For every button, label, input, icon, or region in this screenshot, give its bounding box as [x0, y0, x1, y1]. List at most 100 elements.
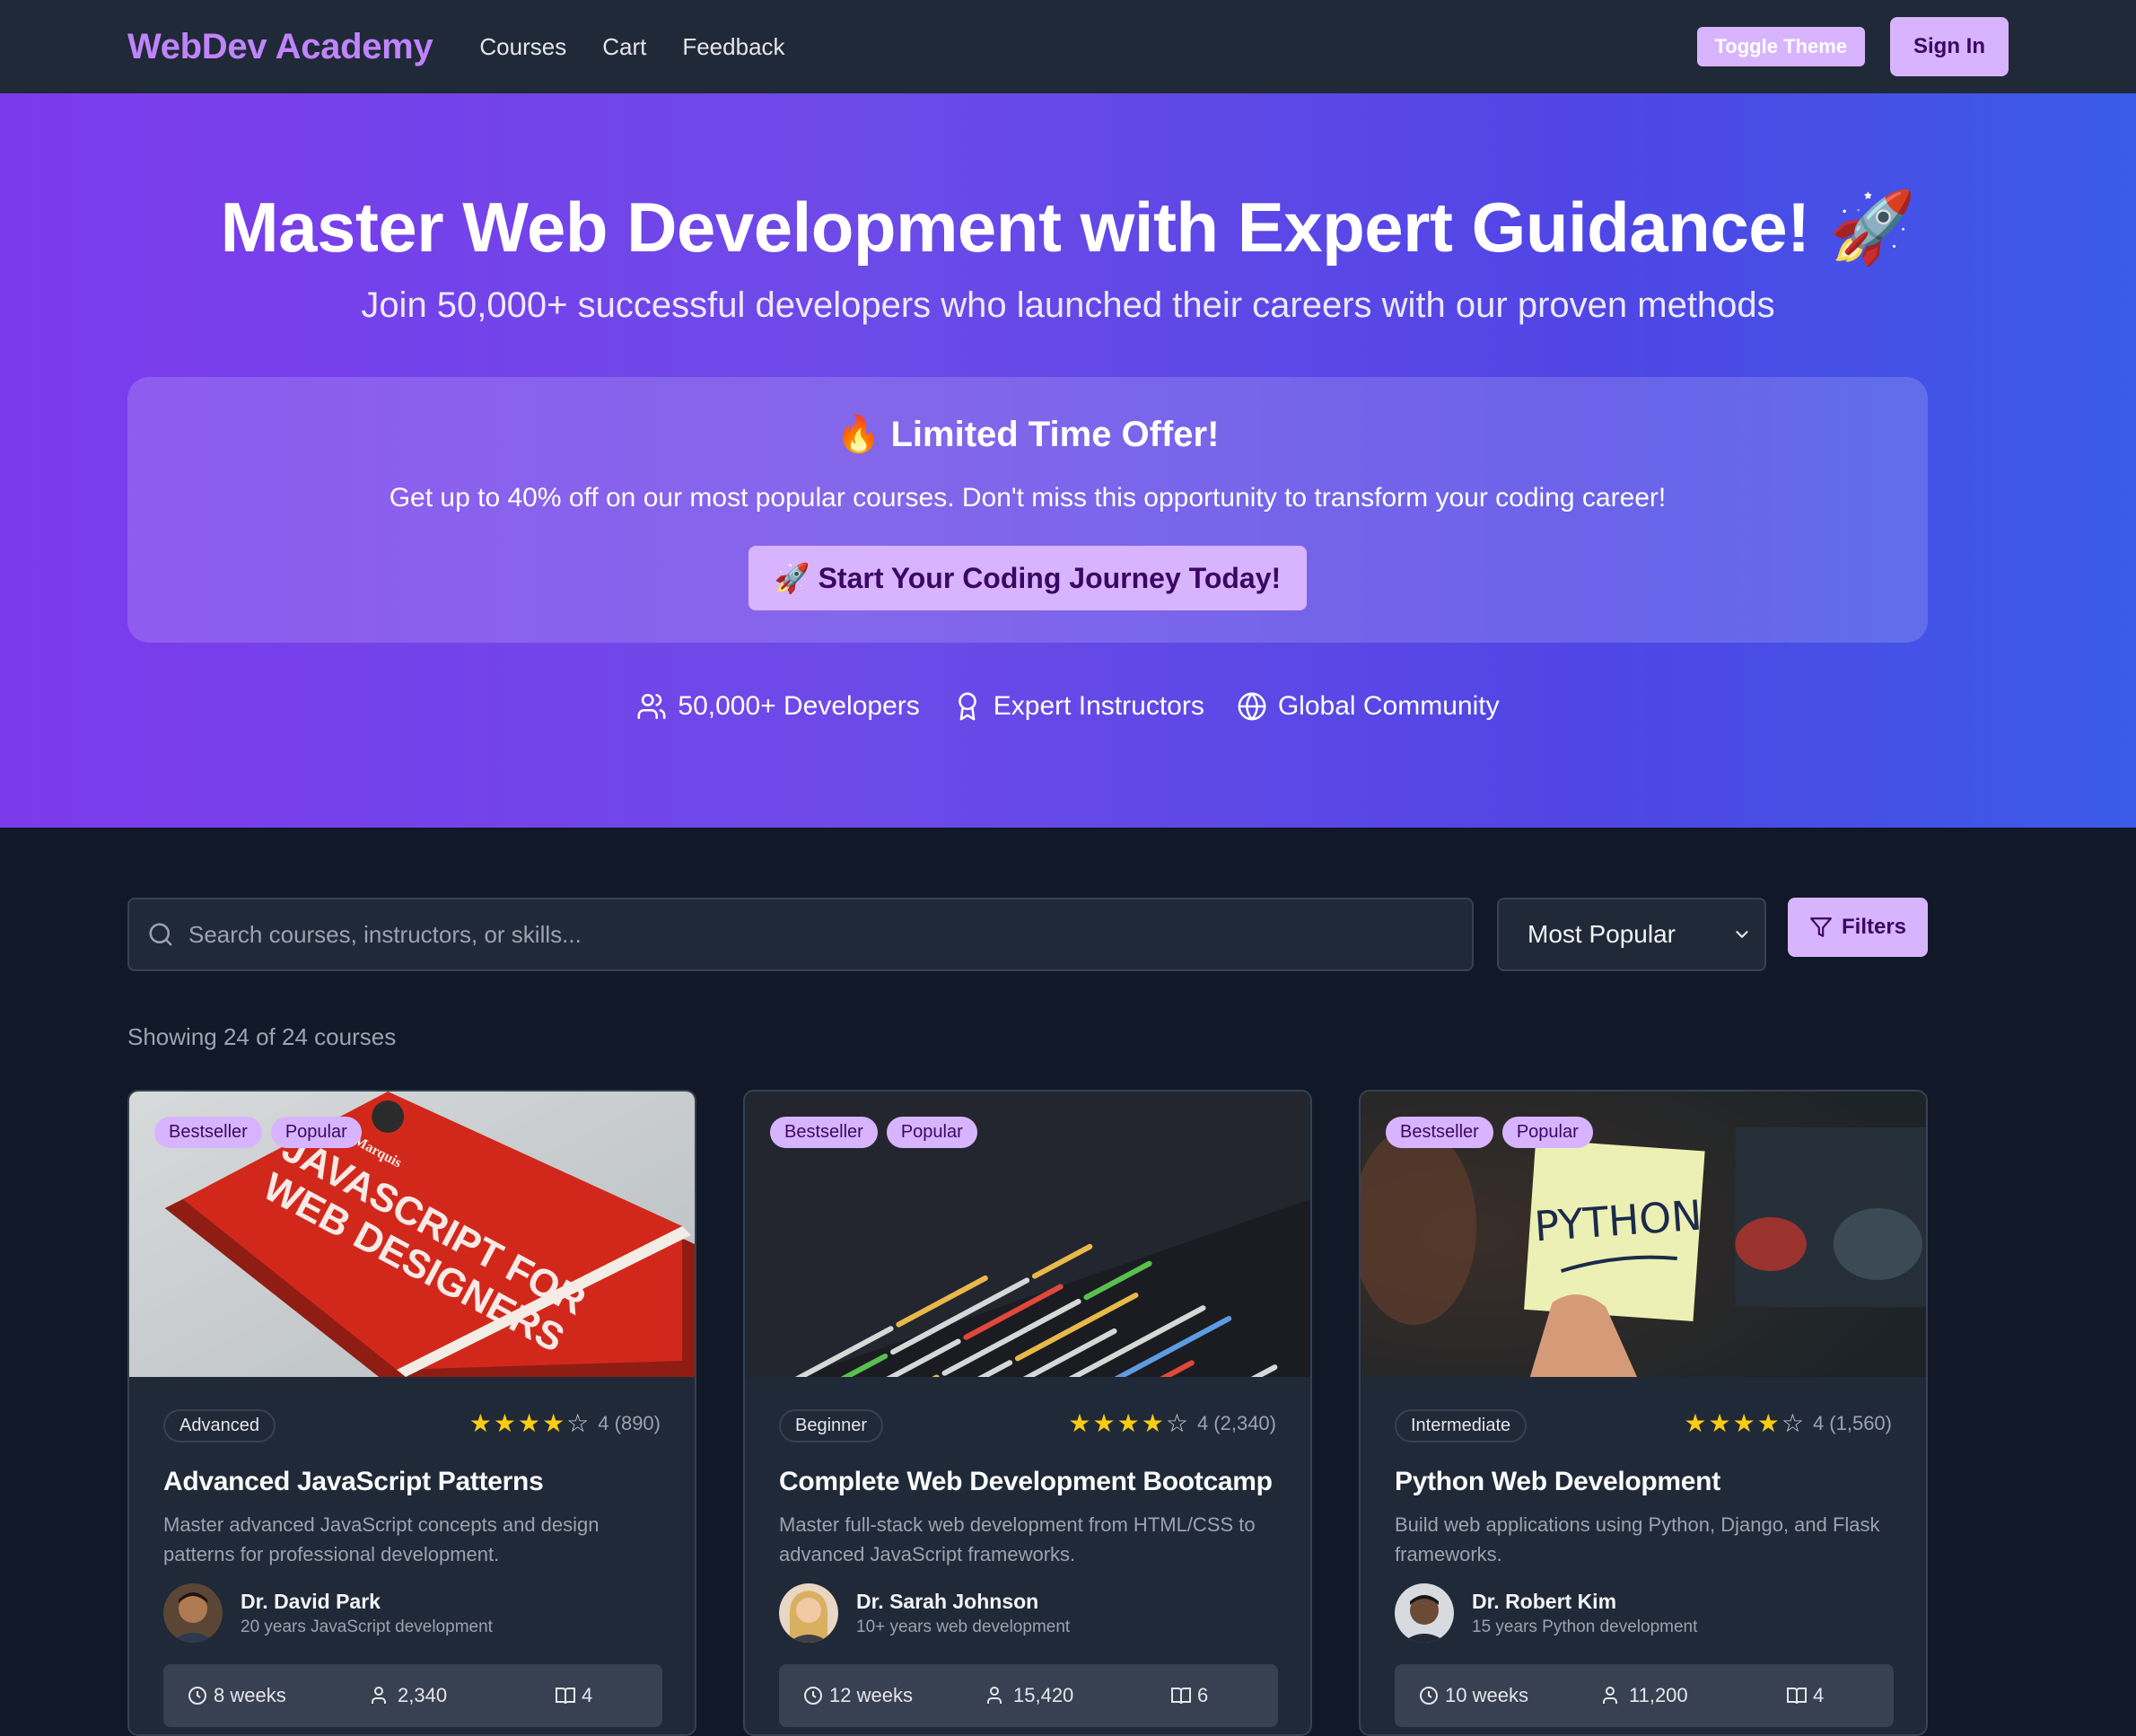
start-journey-button[interactable]: 🚀 Start Your Coding Journey Today! — [748, 546, 1307, 610]
star-icon: ★ — [1756, 1409, 1780, 1437]
instructor-info: Dr. Sarah Johnson 10+ years web developm… — [856, 1590, 1070, 1637]
results-count: Showing 24 of 24 courses — [127, 1023, 397, 1050]
stat-developers: 50,000+ Developers — [636, 691, 920, 722]
nav-link-courses[interactable]: Courses — [479, 33, 566, 61]
stat-label: 50,000+ Developers — [678, 691, 920, 721]
avatar — [163, 1583, 223, 1643]
instructor-name: Dr. Sarah Johnson — [856, 1589, 1039, 1613]
meta-students: 15,420 — [986, 1684, 1170, 1707]
star-empty-icon: ☆ — [1781, 1409, 1804, 1437]
star-icon: ★ — [542, 1409, 565, 1437]
course-description: Master full-stack web development from H… — [779, 1513, 1256, 1565]
hero-stats: 50,000+ Developers Expert Instructors Gl… — [0, 691, 2136, 722]
course-description: Build web applications using Python, Dja… — [1395, 1513, 1880, 1565]
search-box[interactable] — [127, 898, 1474, 971]
stat-community: Global Community — [1237, 691, 1500, 722]
sign-in-button[interactable]: Sign In — [1890, 17, 2009, 76]
instructor: Dr. Sarah Johnson 10+ years web developm… — [779, 1583, 1070, 1643]
avatar-image — [163, 1583, 223, 1643]
stat-label: Global Community — [1277, 691, 1500, 721]
course-card[interactable]: PYTHON Bestseller Popular Intermediate ★… — [1359, 1090, 1928, 1736]
badge-group: Bestseller Popular — [154, 1117, 362, 1148]
course-title[interactable]: Python Web Development — [1395, 1467, 1720, 1497]
globe-icon — [1238, 692, 1266, 721]
course-title[interactable]: Advanced JavaScript Patterns — [163, 1467, 544, 1497]
instructor-info: Dr. Robert Kim 15 years Python developme… — [1472, 1590, 1697, 1637]
star-icon: ★ — [1141, 1409, 1164, 1437]
clock-icon — [1420, 1687, 1438, 1705]
brand-logo[interactable]: WebDev Academy — [127, 27, 433, 67]
meta-duration: 8 weeks — [187, 1684, 371, 1707]
instructor-experience: 10+ years web development — [856, 1617, 1071, 1636]
search-icon — [149, 923, 172, 946]
book-icon — [1787, 1688, 1807, 1705]
stat-label: Expert Instructors — [993, 691, 1204, 721]
star-icon: ★ — [517, 1409, 541, 1437]
star-icon: ★ — [1092, 1409, 1116, 1437]
rating-text: 4 (890) — [598, 1412, 661, 1434]
sort-selected-value: Most Popular — [1528, 920, 1676, 948]
badge-bestseller: Bestseller — [1386, 1117, 1493, 1148]
filter-icon — [1810, 917, 1832, 937]
badge-popular: Popular — [270, 1117, 362, 1148]
rating-text: 4 (2,340) — [1196, 1412, 1276, 1434]
filters-button[interactable]: Filters — [1788, 898, 1928, 957]
students-text: 15,420 — [1013, 1684, 1074, 1706]
chevron-down-icon — [1736, 931, 1748, 938]
modules-text: 6 — [1197, 1684, 1209, 1706]
meta-students: 2,340 — [371, 1684, 555, 1707]
course-title[interactable]: Complete Web Development Bootcamp — [779, 1467, 1273, 1497]
users-icon — [637, 693, 666, 720]
star-empty-icon: ☆ — [566, 1409, 590, 1437]
meta-modules: 4 — [1786, 1684, 1824, 1707]
course-card[interactable]: Bestseller Popular Beginner ★ ★ ★ ★ ☆ 4 … — [743, 1090, 1312, 1736]
nav-link-feedback[interactable]: Feedback — [682, 33, 784, 61]
stat-instructors: Expert Instructors — [952, 691, 1204, 722]
rating: ★ ★ ★ ★ ☆ 4 (890) — [469, 1411, 661, 1436]
avatar — [1395, 1583, 1454, 1643]
star-icon: ★ — [1116, 1409, 1140, 1437]
instructor: Dr. David Park 20 years JavaScript devel… — [163, 1583, 493, 1643]
star-icon: ★ — [1732, 1409, 1755, 1437]
level-badge: Advanced — [163, 1409, 276, 1442]
badge-group: Bestseller Popular — [770, 1117, 977, 1148]
course-meta: 10 weeks 11,200 4 — [1395, 1664, 1894, 1727]
duration-text: 8 weeks — [214, 1684, 286, 1706]
meta-duration: 12 weeks — [802, 1684, 986, 1707]
course-meta: 12 weeks 15,420 6 — [779, 1664, 1278, 1727]
sort-select[interactable]: Most Popular — [1497, 898, 1766, 971]
nav-link-cart[interactable]: Cart — [602, 33, 646, 61]
meta-students: 11,200 — [1602, 1684, 1786, 1707]
clock-icon — [804, 1687, 822, 1705]
duration-text: 12 weeks — [829, 1684, 913, 1706]
book-icon — [556, 1688, 575, 1705]
users-icon — [987, 1687, 1002, 1704]
avatar-image — [779, 1583, 838, 1643]
search-input[interactable] — [188, 920, 1445, 949]
meta-modules: 4 — [555, 1684, 592, 1707]
instructor-name: Dr. David Park — [241, 1589, 381, 1613]
offer-title: 🔥 Limited Time Offer! — [836, 415, 1220, 454]
star-empty-icon: ☆ — [1165, 1409, 1188, 1437]
badge-bestseller: Bestseller — [770, 1117, 878, 1148]
level-badge: Beginner — [779, 1409, 884, 1442]
badge-bestseller: Bestseller — [154, 1117, 262, 1148]
course-card[interactable]: JAVASCRIPT FOR WEB DESIGNERS Mat Marquis… — [127, 1090, 696, 1736]
star-icon: ★ — [1684, 1409, 1707, 1437]
students-text: 11,200 — [1629, 1684, 1688, 1706]
avatar — [779, 1583, 838, 1643]
hero-title: Master Web Development with Expert Guida… — [220, 188, 1916, 267]
meta-modules: 6 — [1170, 1684, 1208, 1707]
avatar-image — [1395, 1583, 1454, 1643]
top-navbar: WebDev Academy Courses Cart Feedback Tog… — [0, 0, 2136, 93]
offer-text: Get up to 40% off on our most popular co… — [389, 483, 1667, 513]
rating: ★ ★ ★ ★ ☆ 4 (1,560) — [1684, 1411, 1892, 1436]
filters-label: Filters — [1841, 915, 1907, 939]
instructor-experience: 15 years Python development — [1472, 1617, 1698, 1636]
star-icon: ★ — [468, 1409, 492, 1437]
clock-icon — [188, 1687, 206, 1705]
toggle-theme-button[interactable]: Toggle Theme — [1696, 27, 1865, 66]
instructor-info: Dr. David Park 20 years JavaScript devel… — [241, 1590, 493, 1637]
hero-subtitle: Join 50,000+ successful developers who l… — [361, 285, 1775, 325]
instructor: Dr. Robert Kim 15 years Python developme… — [1395, 1583, 1697, 1643]
